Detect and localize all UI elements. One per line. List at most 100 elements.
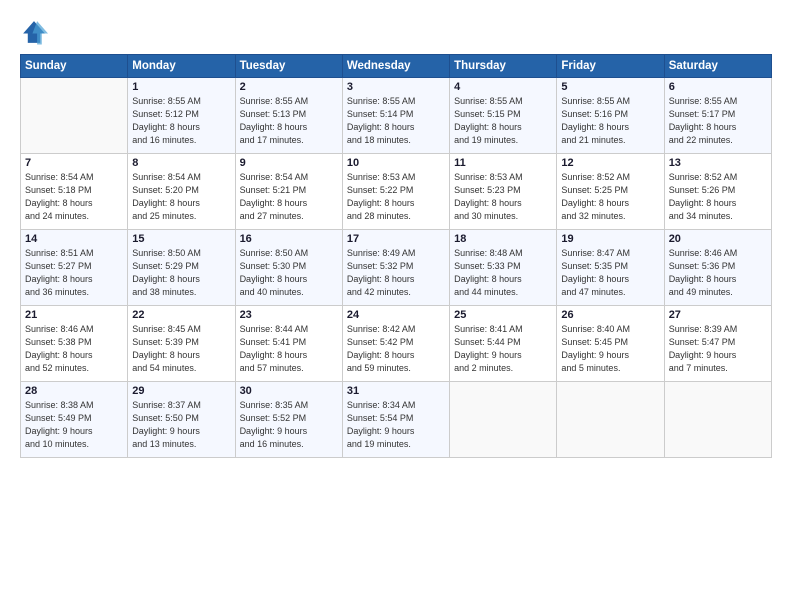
day-number: 26 bbox=[561, 309, 659, 321]
weekday-tuesday: Tuesday bbox=[235, 55, 342, 78]
day-number: 4 bbox=[454, 81, 552, 93]
day-info: Sunrise: 8:42 AMSunset: 5:42 PMDaylight:… bbox=[347, 323, 445, 375]
day-info: Sunrise: 8:52 AMSunset: 5:26 PMDaylight:… bbox=[669, 171, 767, 223]
calendar-week-4: 21Sunrise: 8:46 AMSunset: 5:38 PMDayligh… bbox=[21, 306, 772, 382]
day-number: 30 bbox=[240, 385, 338, 397]
calendar-cell: 23Sunrise: 8:44 AMSunset: 5:41 PMDayligh… bbox=[235, 306, 342, 382]
day-info: Sunrise: 8:55 AMSunset: 5:15 PMDaylight:… bbox=[454, 95, 552, 147]
calendar-cell: 16 Sunrise: 8:50 AMSunset: 5:30 PMDayligh… bbox=[235, 230, 342, 306]
day-number: 14 bbox=[25, 233, 123, 245]
day-number: 22 bbox=[132, 309, 230, 321]
day-number: 1 bbox=[132, 81, 230, 93]
day-info: Sunrise: 8:54 AMSunset: 5:20 PMDaylight:… bbox=[132, 171, 230, 223]
calendar-week-2: 7 Sunrise: 8:54 AMSunset: 5:18 PMDaylight… bbox=[21, 154, 772, 230]
calendar-cell: 19Sunrise: 8:47 AMSunset: 5:35 PMDayligh… bbox=[557, 230, 664, 306]
day-number: 17 bbox=[347, 233, 445, 245]
weekday-thursday: Thursday bbox=[450, 55, 557, 78]
calendar-cell: 2 Sunrise: 8:55 AMSunset: 5:13 PMDaylight… bbox=[235, 78, 342, 154]
day-number: 5 bbox=[561, 81, 659, 93]
calendar-week-5: 28Sunrise: 8:38 AMSunset: 5:49 PMDayligh… bbox=[21, 382, 772, 458]
day-info: Sunrise: 8:55 AMSunset: 5:13 PMDaylight:… bbox=[240, 95, 338, 147]
calendar-cell: 20 Sunrise: 8:46 AMSunset: 5:36 PMDayligh… bbox=[664, 230, 771, 306]
day-info: Sunrise: 8:35 AMSunset: 5:52 PMDaylight:… bbox=[240, 399, 338, 451]
day-number: 25 bbox=[454, 309, 552, 321]
day-info: Sunrise: 8:54 AMSunset: 5:18 PMDaylight:… bbox=[25, 171, 123, 223]
day-info: Sunrise: 8:38 AMSunset: 5:49 PMDaylight:… bbox=[25, 399, 123, 451]
day-info: Sunrise: 8:40 AMSunset: 5:45 PMDaylight:… bbox=[561, 323, 659, 375]
day-number: 10 bbox=[347, 157, 445, 169]
calendar-cell: 10Sunrise: 8:53 AMSunset: 5:22 PMDayligh… bbox=[342, 154, 449, 230]
day-info: Sunrise: 8:46 AMSunset: 5:36 PMDaylight:… bbox=[669, 247, 767, 299]
calendar-cell bbox=[450, 382, 557, 458]
calendar-cell: 11 Sunrise: 8:53 AMSunset: 5:23 PMDayligh… bbox=[450, 154, 557, 230]
day-number: 2 bbox=[240, 81, 338, 93]
calendar-cell: 22 Sunrise: 8:45 AMSunset: 5:39 PMDayligh… bbox=[128, 306, 235, 382]
calendar-cell: 28Sunrise: 8:38 AMSunset: 5:49 PMDayligh… bbox=[21, 382, 128, 458]
day-info: Sunrise: 8:34 AMSunset: 5:54 PMDaylight:… bbox=[347, 399, 445, 451]
day-info: Sunrise: 8:44 AMSunset: 5:41 PMDaylight:… bbox=[240, 323, 338, 375]
day-number: 18 bbox=[454, 233, 552, 245]
day-number: 19 bbox=[561, 233, 659, 245]
day-info: Sunrise: 8:45 AMSunset: 5:39 PMDaylight:… bbox=[132, 323, 230, 375]
day-number: 16 bbox=[240, 233, 338, 245]
day-number: 3 bbox=[347, 81, 445, 93]
calendar-cell: 9 Sunrise: 8:54 AMSunset: 5:21 PMDaylight… bbox=[235, 154, 342, 230]
day-number: 11 bbox=[454, 157, 552, 169]
weekday-wednesday: Wednesday bbox=[342, 55, 449, 78]
day-number: 21 bbox=[25, 309, 123, 321]
calendar-cell: 1 Sunrise: 8:55 AMSunset: 5:12 PMDaylight… bbox=[128, 78, 235, 154]
page-header bbox=[20, 18, 772, 46]
calendar-cell: 31 Sunrise: 8:34 AMSunset: 5:54 PMDayligh… bbox=[342, 382, 449, 458]
day-number: 8 bbox=[132, 157, 230, 169]
day-info: Sunrise: 8:50 AMSunset: 5:29 PMDaylight:… bbox=[132, 247, 230, 299]
day-info: Sunrise: 8:41 AMSunset: 5:44 PMDaylight:… bbox=[454, 323, 552, 375]
calendar-cell: 4 Sunrise: 8:55 AMSunset: 5:15 PMDaylight… bbox=[450, 78, 557, 154]
weekday-header-row: SundayMondayTuesdayWednesdayThursdayFrid… bbox=[21, 55, 772, 78]
calendar-cell: 30 Sunrise: 8:35 AMSunset: 5:52 PMDayligh… bbox=[235, 382, 342, 458]
day-info: Sunrise: 8:50 AMSunset: 5:30 PMDaylight:… bbox=[240, 247, 338, 299]
calendar-cell: 13 Sunrise: 8:52 AMSunset: 5:26 PMDayligh… bbox=[664, 154, 771, 230]
calendar-table: SundayMondayTuesdayWednesdayThursdayFrid… bbox=[20, 54, 772, 458]
day-number: 29 bbox=[132, 385, 230, 397]
day-info: Sunrise: 8:53 AMSunset: 5:23 PMDaylight:… bbox=[454, 171, 552, 223]
calendar-cell: 3Sunrise: 8:55 AMSunset: 5:14 PMDaylight… bbox=[342, 78, 449, 154]
day-info: Sunrise: 8:55 AMSunset: 5:12 PMDaylight:… bbox=[132, 95, 230, 147]
day-number: 12 bbox=[561, 157, 659, 169]
day-info: Sunrise: 8:51 AMSunset: 5:27 PMDaylight:… bbox=[25, 247, 123, 299]
calendar-cell: 21Sunrise: 8:46 AMSunset: 5:38 PMDayligh… bbox=[21, 306, 128, 382]
calendar-cell: 12 Sunrise: 8:52 AMSunset: 5:25 PMDayligh… bbox=[557, 154, 664, 230]
calendar-cell bbox=[557, 382, 664, 458]
day-number: 13 bbox=[669, 157, 767, 169]
calendar-cell: 27Sunrise: 8:39 AMSunset: 5:47 PMDayligh… bbox=[664, 306, 771, 382]
logo-icon bbox=[20, 18, 48, 46]
calendar-cell: 25 Sunrise: 8:41 AMSunset: 5:44 PMDayligh… bbox=[450, 306, 557, 382]
weekday-monday: Monday bbox=[128, 55, 235, 78]
day-info: Sunrise: 8:37 AMSunset: 5:50 PMDaylight:… bbox=[132, 399, 230, 451]
day-number: 15 bbox=[132, 233, 230, 245]
day-info: Sunrise: 8:49 AMSunset: 5:32 PMDaylight:… bbox=[347, 247, 445, 299]
calendar-cell: 6Sunrise: 8:55 AMSunset: 5:17 PMDaylight… bbox=[664, 78, 771, 154]
calendar-cell: 29 Sunrise: 8:37 AMSunset: 5:50 PMDayligh… bbox=[128, 382, 235, 458]
day-info: Sunrise: 8:39 AMSunset: 5:47 PMDaylight:… bbox=[669, 323, 767, 375]
calendar-week-3: 14 Sunrise: 8:51 AMSunset: 5:27 PMDayligh… bbox=[21, 230, 772, 306]
calendar-cell: 8 Sunrise: 8:54 AMSunset: 5:20 PMDaylight… bbox=[128, 154, 235, 230]
calendar-cell: 18Sunrise: 8:48 AMSunset: 5:33 PMDayligh… bbox=[450, 230, 557, 306]
day-number: 9 bbox=[240, 157, 338, 169]
day-number: 20 bbox=[669, 233, 767, 245]
day-info: Sunrise: 8:55 AMSunset: 5:16 PMDaylight:… bbox=[561, 95, 659, 147]
calendar-cell: 5 Sunrise: 8:55 AMSunset: 5:16 PMDaylight… bbox=[557, 78, 664, 154]
day-number: 24 bbox=[347, 309, 445, 321]
day-info: Sunrise: 8:54 AMSunset: 5:21 PMDaylight:… bbox=[240, 171, 338, 223]
day-number: 7 bbox=[25, 157, 123, 169]
calendar-cell: 24 Sunrise: 8:42 AMSunset: 5:42 PMDayligh… bbox=[342, 306, 449, 382]
calendar-cell: 26 Sunrise: 8:40 AMSunset: 5:45 PMDayligh… bbox=[557, 306, 664, 382]
calendar-cell: 17 Sunrise: 8:49 AMSunset: 5:32 PMDayligh… bbox=[342, 230, 449, 306]
calendar-cell bbox=[664, 382, 771, 458]
day-info: Sunrise: 8:52 AMSunset: 5:25 PMDaylight:… bbox=[561, 171, 659, 223]
day-number: 31 bbox=[347, 385, 445, 397]
calendar-cell: 7 Sunrise: 8:54 AMSunset: 5:18 PMDaylight… bbox=[21, 154, 128, 230]
calendar-cell: 15 Sunrise: 8:50 AMSunset: 5:29 PMDayligh… bbox=[128, 230, 235, 306]
weekday-saturday: Saturday bbox=[664, 55, 771, 78]
calendar-week-1: 1 Sunrise: 8:55 AMSunset: 5:12 PMDaylight… bbox=[21, 78, 772, 154]
day-info: Sunrise: 8:55 AMSunset: 5:17 PMDaylight:… bbox=[669, 95, 767, 147]
